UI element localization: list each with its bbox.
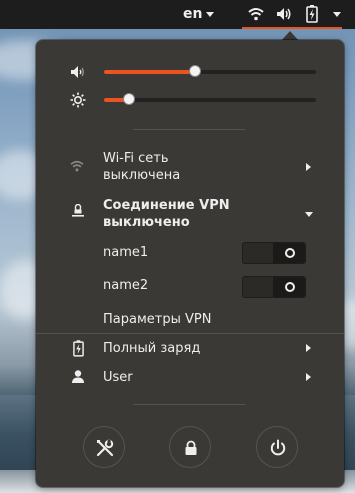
vpn-connection-toggle[interactable]: [242, 242, 306, 264]
top-panel: en: [0, 0, 355, 29]
speaker-icon: [277, 8, 291, 20]
chevron-down-icon: [333, 12, 341, 17]
vpn-settings-link[interactable]: Параметры VPN: [103, 311, 211, 328]
battery-status-label: Полный заряд: [103, 341, 201, 356]
system-menu: Wi-Fi сеть выключена Соединение VPN выкл…: [36, 40, 344, 487]
settings-button[interactable]: [83, 426, 125, 468]
settings-tools-icon: [96, 439, 114, 457]
power-icon: [270, 439, 286, 456]
lock-screen-button[interactable]: [169, 426, 211, 468]
battery-charging-icon: [73, 340, 84, 357]
chevron-down-icon: [305, 212, 313, 217]
chevron-right-icon: [306, 163, 311, 171]
separator: [133, 129, 245, 130]
volume-slider[interactable]: [104, 65, 316, 77]
user-icon: [72, 370, 84, 383]
brightness-slider-handle[interactable]: [123, 93, 135, 105]
chevron-right-icon: [306, 344, 311, 352]
system-indicators[interactable]: [242, 0, 342, 29]
sun-icon: [70, 92, 86, 108]
lock-icon: [185, 440, 197, 455]
vpn-connection-toggle[interactable]: [242, 276, 306, 298]
language-label: en: [183, 6, 203, 22]
volume-slider-handle[interactable]: [189, 65, 201, 77]
wifi-icon: [248, 8, 264, 21]
volume-slider-fill: [104, 70, 195, 74]
vpn-lock-icon: [72, 204, 84, 217]
power-button[interactable]: [256, 426, 298, 468]
vpn-connection-name: name2: [103, 278, 149, 293]
separator: [36, 333, 344, 334]
user-name-label: User: [103, 370, 133, 385]
active-indicator-underline: [242, 27, 342, 29]
vpn-status-label: Соединение VPN выключено: [103, 198, 230, 230]
battery-charging-icon: [306, 5, 318, 23]
brightness-slider[interactable]: [104, 93, 316, 105]
speaker-icon: [71, 66, 84, 78]
chevron-right-icon: [306, 373, 311, 381]
wifi-status-label: Wi-Fi сеть выключена: [103, 151, 181, 183]
separator: [133, 404, 245, 405]
vpn-connection-name: name1: [103, 245, 149, 260]
chevron-down-icon: [206, 12, 214, 17]
wifi-off-icon: [70, 160, 84, 172]
